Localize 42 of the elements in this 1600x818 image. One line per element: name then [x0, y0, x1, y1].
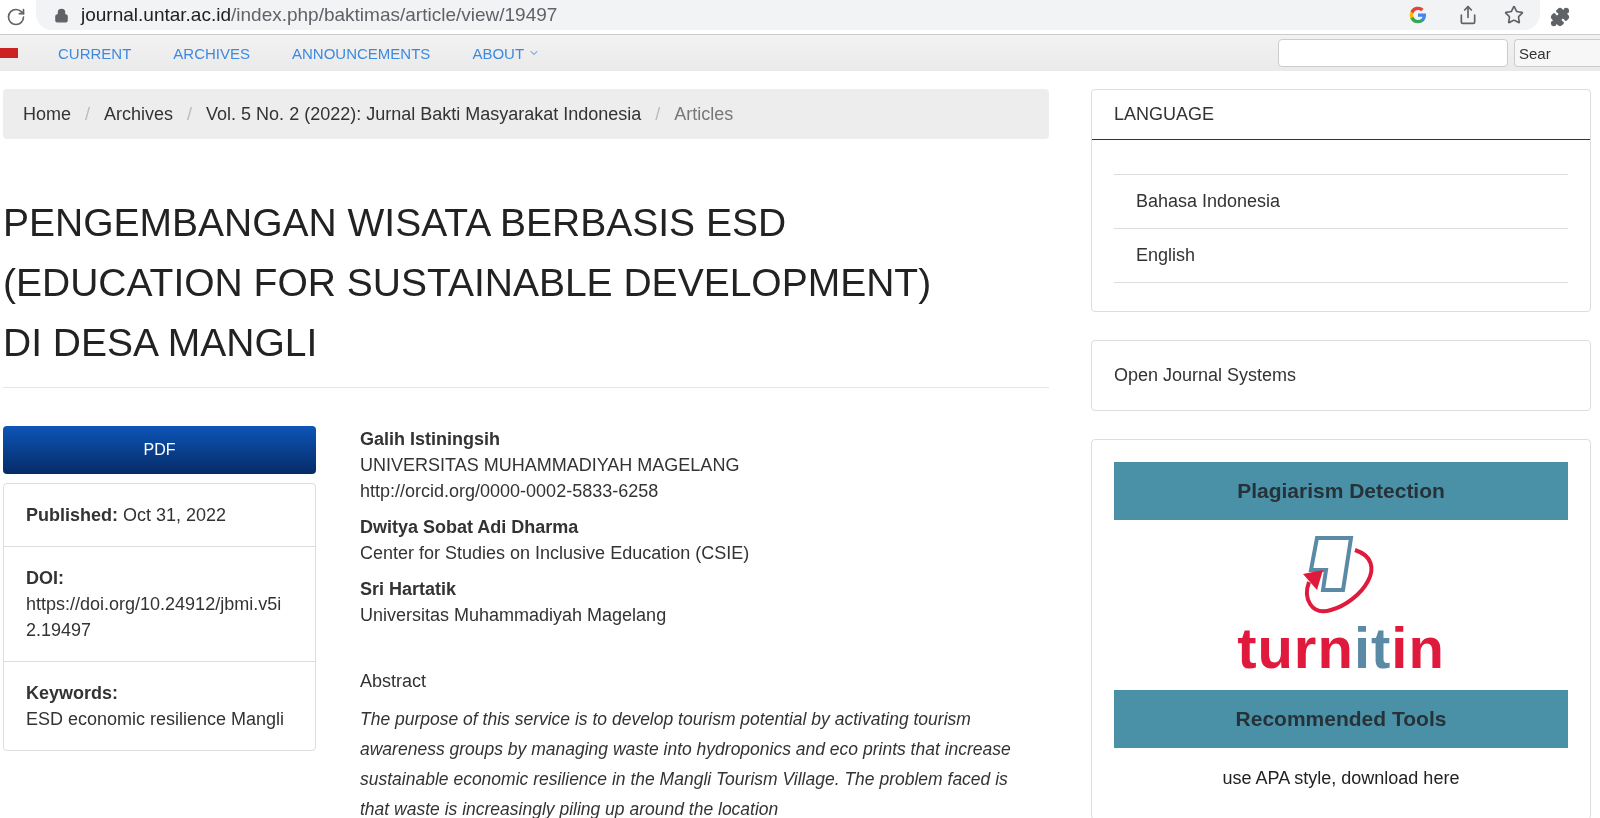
meta-label: DOI: [26, 568, 64, 588]
google-g-icon[interactable] [1408, 5, 1428, 25]
author-affiliation: UNIVERSITAS MUHAMMADIYAH MAGELANG [360, 454, 741, 477]
meta-value: ESD economic resilience Mangli [26, 708, 286, 731]
url-text: journal.untar.ac.id/index.php/baktimas/article/view/19497 [81, 4, 558, 26]
search-button[interactable]: Sear [1514, 39, 1600, 67]
meta-value: Oct 31, 2022 [123, 505, 227, 525]
breadcrumb-link[interactable]: Vol. 5 No. 2 (2022): Jurnal Bakti Masyarakat Indonesia [206, 103, 642, 125]
language-link[interactable]: Bahasa Indonesia [1114, 174, 1568, 228]
lock-icon [54, 7, 69, 23]
puzzle-icon[interactable] [1550, 7, 1570, 27]
abstract-text: The purpose of this service is to develop tourism potential by activating tourism awareness groups by managing waste into hydroponics and eco prints that increase sustainable economic resilience in the Mangli Tourism Village. The problem faced is that waste is increasingly piling up around the location [360, 708, 1012, 818]
article-title: PENGEMBANGAN WISATA BERBASIS ESD (EDUCATION FOR SUSTAINABLE DEVELOPMENT) DI DESA MANGLI [3, 200, 933, 366]
breadcrumb-separator: / [655, 103, 661, 125]
meta-value: https://doi.org/10.24912/jbmi.v5i2.19497 [26, 593, 283, 642]
address-bar[interactable]: journal.untar.ac.id/index.php/baktimas/article/view/19497 [36, 0, 1540, 30]
tools-banner: Recommended Tools [1114, 690, 1568, 748]
abstract-heading: Abstract [360, 670, 428, 693]
author-name: Galih Istiningsih [360, 428, 501, 451]
card-title: LANGUAGE [1092, 90, 1590, 140]
language-link[interactable]: English [1114, 228, 1568, 283]
share-icon[interactable] [1458, 5, 1478, 25]
meta-label: Published: [26, 505, 118, 525]
pdf-button[interactable]: PDF [3, 426, 316, 474]
author-affiliation: Center for Studies on Inclusive Education (CSIE) [360, 542, 751, 565]
reload-icon[interactable] [6, 7, 26, 27]
author-name: Dwitya Sobat Adi Dharma [360, 516, 580, 539]
plagiarism-banner: Plagiarism Detection [1114, 462, 1568, 520]
breadcrumb-separator: / [187, 103, 193, 125]
logo-wordmark: turnitin [1237, 618, 1445, 678]
breadcrumb-link[interactable]: Articles [674, 103, 734, 125]
author-name: Sri Hartatik [360, 578, 458, 601]
tools-link[interactable]: use APA style, download here [1222, 768, 1460, 789]
meta-label: Keywords: [26, 683, 119, 703]
breadcrumb-separator: / [85, 103, 91, 125]
breadcrumb-link[interactable]: Archives [104, 103, 174, 125]
author-affiliation: Universitas Muhammadiyah Magelang [360, 604, 668, 627]
ojs-link[interactable]: Open Journal Systems [1092, 341, 1590, 410]
orcid-link[interactable]: http://orcid.org/0000-0002-5833-6258 [360, 478, 1049, 504]
breadcrumb-link[interactable]: Home [23, 103, 71, 125]
star-icon[interactable] [1504, 5, 1524, 25]
search-field[interactable] [1278, 39, 1508, 67]
